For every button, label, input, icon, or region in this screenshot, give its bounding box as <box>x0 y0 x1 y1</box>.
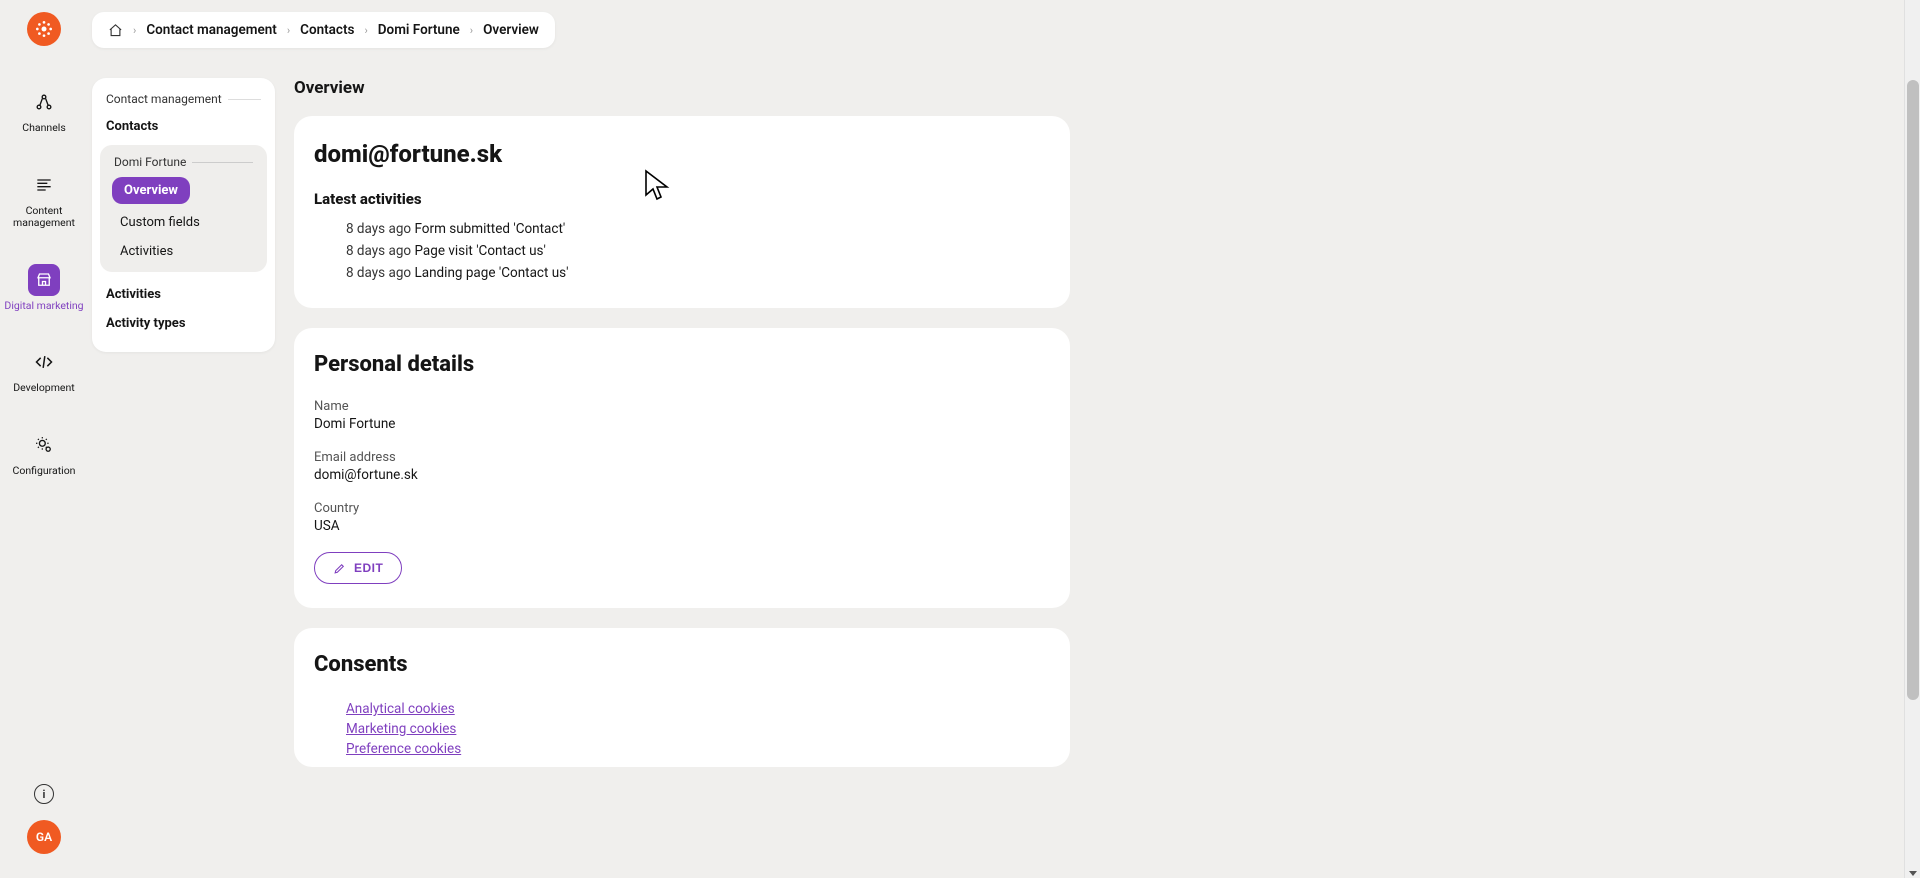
rail-item-channels[interactable]: Channels <box>4 86 84 135</box>
content-icon <box>28 169 60 201</box>
consents-title: Consents <box>314 652 1050 677</box>
main-content: Overview domi@fortune.sk Latest activiti… <box>294 78 1070 787</box>
sidebar-subtitle-text: Domi Fortune <box>114 155 186 169</box>
sidebar-subtitle: Domi Fortune <box>106 155 261 177</box>
nav-rail: Channels Content management Digital mark… <box>0 0 88 878</box>
activity-row: 8 days ago Form submitted 'Contact' <box>314 218 1050 240</box>
personal-details-card: Personal details Name Domi Fortune Email… <box>294 328 1070 608</box>
rail-label: Channels <box>22 122 65 135</box>
field-label: Country <box>314 501 1050 516</box>
rail-item-configuration[interactable]: Configuration <box>4 429 84 478</box>
channels-icon <box>28 86 60 118</box>
page-title: Overview <box>294 78 1070 98</box>
rail-label: Content management <box>4 205 84 230</box>
sidebar-title-text: Contact management <box>106 92 222 106</box>
breadcrumb-item[interactable]: Contacts <box>300 22 354 38</box>
edit-button-label: EDIT <box>354 561 383 575</box>
field-email: Email address domi@fortune.sk <box>314 450 1050 483</box>
activity-row: 8 days ago Page visit 'Contact us' <box>314 240 1050 262</box>
rail-label: Digital marketing <box>4 300 83 313</box>
pencil-icon <box>333 562 346 575</box>
field-country: Country USA <box>314 501 1050 534</box>
breadcrumb-item[interactable]: Contact management <box>146 22 277 38</box>
field-label: Name <box>314 399 1050 414</box>
sidebar-item-activity-types[interactable]: Activity types <box>100 309 267 338</box>
activity-time: 8 days ago <box>346 243 411 259</box>
activity-row: 8 days ago Landing page 'Contact us' <box>314 262 1050 284</box>
rail-item-digital-marketing[interactable]: Digital marketing <box>4 264 84 313</box>
breadcrumb-item[interactable]: Domi Fortune <box>378 22 460 38</box>
sidebar-section-title: Contact management <box>100 92 267 112</box>
activity-text: Page visit 'Contact us' <box>414 243 545 259</box>
gear-icon <box>28 429 60 461</box>
app-logo[interactable] <box>27 12 61 46</box>
field-name: Name Domi Fortune <box>314 399 1050 432</box>
sidebar-item-contacts[interactable]: Contacts <box>100 112 267 141</box>
rail-item-content[interactable]: Content management <box>4 169 84 230</box>
breadcrumb: › Contact management › Contacts › Domi F… <box>92 12 555 48</box>
overview-card: domi@fortune.sk Latest activities 8 days… <box>294 116 1070 308</box>
personal-details-title: Personal details <box>314 352 1050 377</box>
consent-link[interactable]: Analytical cookies <box>346 699 1050 719</box>
activity-time: 8 days ago <box>346 221 411 237</box>
chevron-right-icon: › <box>364 24 367 37</box>
field-label: Email address <box>314 450 1050 465</box>
consents-card: Consents Analytical cookies Marketing co… <box>294 628 1070 767</box>
activity-text: Landing page 'Contact us' <box>414 265 568 281</box>
shop-icon <box>28 264 60 296</box>
code-icon <box>28 346 60 378</box>
secondary-sidebar: Contact management Contacts Domi Fortune… <box>92 78 275 352</box>
contact-email-heading: domi@fortune.sk <box>314 140 1050 168</box>
info-icon[interactable]: i <box>34 784 54 804</box>
activity-text: Form submitted 'Contact' <box>414 221 565 237</box>
rail-label: Development <box>13 382 74 395</box>
breadcrumb-current: Overview <box>483 22 539 38</box>
consent-link[interactable]: Marketing cookies <box>346 719 1050 739</box>
consent-link[interactable]: Preference cookies <box>346 739 1050 759</box>
chevron-right-icon: › <box>133 24 136 37</box>
scroll-down-icon[interactable] <box>1909 871 1917 876</box>
home-icon[interactable] <box>108 23 123 38</box>
chevron-right-icon: › <box>287 24 290 37</box>
sidebar-item-activities[interactable]: Activities <box>106 237 261 266</box>
sidebar-item-activities-root[interactable]: Activities <box>100 280 267 309</box>
sidebar-subgroup: Domi Fortune Overview Custom fields Acti… <box>100 145 267 272</box>
field-value: USA <box>314 518 1050 534</box>
user-avatar[interactable]: GA <box>27 820 61 854</box>
page-scrollbar[interactable] <box>1904 0 1920 878</box>
edit-button[interactable]: EDIT <box>314 552 402 584</box>
logo-icon <box>34 19 54 39</box>
rail-item-development[interactable]: Development <box>4 346 84 395</box>
scroll-thumb[interactable] <box>1907 80 1919 700</box>
sidebar-item-overview[interactable]: Overview <box>112 177 190 204</box>
rail-label: Configuration <box>13 465 76 478</box>
field-value: Domi Fortune <box>314 416 1050 432</box>
latest-activities-title: Latest activities <box>314 190 1050 208</box>
field-value: domi@fortune.sk <box>314 467 1050 483</box>
chevron-right-icon: › <box>470 24 473 37</box>
sidebar-item-custom-fields[interactable]: Custom fields <box>106 208 261 237</box>
activity-time: 8 days ago <box>346 265 411 281</box>
